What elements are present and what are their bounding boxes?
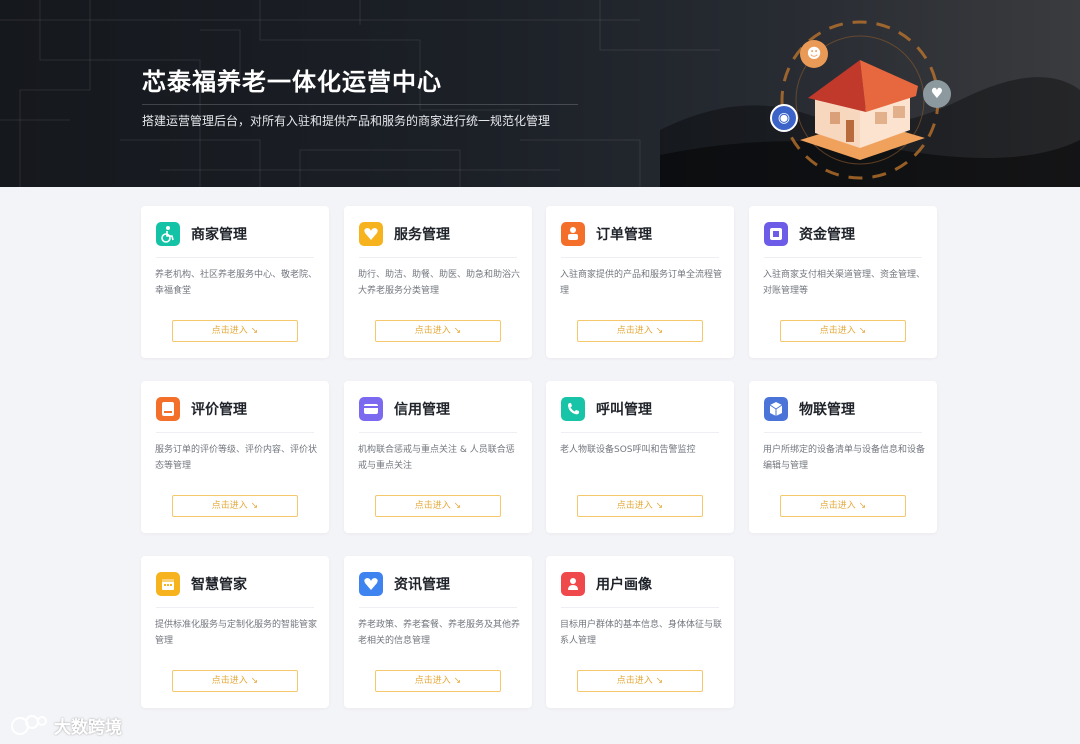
card-description: 养老机构、社区养老服务中心、敬老院、幸福食堂 [155, 270, 318, 296]
heart-care-icon: ♥ [923, 80, 951, 108]
card-title: 资金管理 [799, 227, 855, 243]
phone-icon [561, 397, 585, 421]
card-title: 智慧管家 [191, 577, 247, 593]
card-divider [561, 607, 719, 608]
card-title: 物联管理 [799, 402, 855, 418]
card-title: 信用管理 [394, 402, 450, 418]
order-person-icon [561, 222, 585, 246]
page-subtitle: 搭建运营管理后台，对所有入驻和提供产品和服务的商家进行统一规范化管理 [142, 114, 551, 128]
card-header: 物联管理 [764, 397, 855, 421]
enter-button[interactable]: 点击进入 ↘ [780, 320, 906, 342]
card-title: 用户画像 [596, 577, 652, 593]
module-card: 信用管理机构联合惩戒与重点关注 & 人员联合惩戒与重点关注点击进入 ↘ [344, 381, 532, 533]
module-card: 服务管理助行、助洁、助餐、助医、助急和助浴六大养老服务分类管理点击进入 ↘ [344, 206, 532, 358]
enter-button[interactable]: 点击进入 ↘ [375, 670, 501, 692]
card-description: 提供标准化服务与定制化服务的智能管家管理 [155, 620, 318, 646]
title-divider [142, 104, 578, 105]
enter-button[interactable]: 点击进入 ↘ [375, 320, 501, 342]
enter-button[interactable]: 点击进入 ↘ [577, 495, 703, 517]
top-banner: 芯泰福养老一体化运营中心 搭建运营管理后台，对所有入驻和提供产品和服务的商家进行… [0, 0, 1080, 187]
enter-button[interactable]: 点击进入 ↘ [577, 320, 703, 342]
card-divider [561, 257, 719, 258]
watermark-text: 大数跨境 [54, 717, 122, 738]
module-card: 智慧管家提供标准化服务与定制化服务的智能管家管理点击进入 ↘ [141, 556, 329, 708]
module-card: 商家管理养老机构、社区养老服务中心、敬老院、幸福食堂点击进入 ↘ [141, 206, 329, 358]
card-title: 评价管理 [191, 402, 247, 418]
calendar-icon [156, 572, 180, 596]
cube-icon [764, 397, 788, 421]
module-card: 呼叫管理老人物联设备SOS呼叫和告警监控点击进入 ↘ [546, 381, 734, 533]
card-title: 订单管理 [596, 227, 652, 243]
info-heart-icon [359, 572, 383, 596]
card-divider [156, 607, 314, 608]
review-icon [156, 397, 180, 421]
module-card: 资讯管理养老政策、养老套餐、养老服务及其他养老相关的信息管理点击进入 ↘ [344, 556, 532, 708]
module-card: 订单管理入驻商家提供的产品和服务订单全流程管理点击进入 ↘ [546, 206, 734, 358]
page-title: 芯泰福养老一体化运营中心 [142, 68, 442, 96]
card-header: 信用管理 [359, 397, 450, 421]
elder-person-icon: ☻ [800, 40, 828, 68]
card-header: 智慧管家 [156, 572, 247, 596]
card-divider [764, 257, 922, 258]
card-header: 服务管理 [359, 222, 450, 246]
card-divider [156, 257, 314, 258]
card-description: 入驻商家支付相关渠道管理、资金管理、对账管理等 [763, 270, 926, 296]
heart-diamond-icon [359, 222, 383, 246]
module-card: 用户画像目标用户群体的基本信息、身体体征与联系人管理点击进入 ↘ [546, 556, 734, 708]
enter-button[interactable]: 点击进入 ↘ [172, 670, 298, 692]
card-divider [359, 257, 517, 258]
card-title: 商家管理 [191, 227, 247, 243]
card-description: 用户所绑定的设备清单与设备信息和设备编辑与管理 [763, 445, 926, 471]
card-header: 用户画像 [561, 572, 652, 596]
card-header: 商家管理 [156, 222, 247, 246]
watermark: 大数跨境 [10, 712, 122, 738]
square-fund-icon [764, 222, 788, 246]
card-description: 老人物联设备SOS呼叫和告警监控 [560, 445, 696, 455]
card-divider [561, 432, 719, 433]
card-title: 服务管理 [394, 227, 450, 243]
location-service-icon: ◉ [770, 104, 798, 132]
card-header: 资金管理 [764, 222, 855, 246]
card-description: 机构联合惩戒与重点关注 & 人员联合惩戒与重点关注 [358, 445, 515, 471]
card-divider [764, 432, 922, 433]
enter-button[interactable]: 点击进入 ↘ [780, 495, 906, 517]
module-card: 评价管理服务订单的评价等级、评价内容、评价状态等管理点击进入 ↘ [141, 381, 329, 533]
card-divider [359, 432, 517, 433]
card-description: 服务订单的评价等级、评价内容、评价状态等管理 [155, 445, 318, 471]
nursing-home-illustration: ☻ ♥ ◉ [760, 20, 960, 180]
user-portrait-icon [561, 572, 585, 596]
card-description: 养老政策、养老套餐、养老服务及其他养老相关的信息管理 [358, 620, 521, 646]
card-divider [359, 607, 517, 608]
credit-card-icon [359, 397, 383, 421]
card-header: 呼叫管理 [561, 397, 652, 421]
enter-button[interactable]: 点击进入 ↘ [577, 670, 703, 692]
card-description: 目标用户群体的基本信息、身体体征与联系人管理 [560, 620, 723, 646]
card-divider [156, 432, 314, 433]
module-card: 物联管理用户所绑定的设备清单与设备信息和设备编辑与管理点击进入 ↘ [749, 381, 937, 533]
module-card: 资金管理入驻商家支付相关渠道管理、资金管理、对账管理等点击进入 ↘ [749, 206, 937, 358]
enter-button[interactable]: 点击进入 ↘ [172, 320, 298, 342]
card-header: 评价管理 [156, 397, 247, 421]
enter-button[interactable]: 点击进入 ↘ [375, 495, 501, 517]
wheelchair-icon [156, 222, 180, 246]
card-description: 入驻商家提供的产品和服务订单全流程管理 [560, 270, 723, 296]
watermark-logo-icon [11, 715, 47, 735]
card-header: 资讯管理 [359, 572, 450, 596]
card-header: 订单管理 [561, 222, 652, 246]
card-description: 助行、助洁、助餐、助医、助急和助浴六大养老服务分类管理 [358, 270, 521, 296]
card-title: 资讯管理 [394, 577, 450, 593]
enter-button[interactable]: 点击进入 ↘ [172, 495, 298, 517]
card-title: 呼叫管理 [596, 402, 652, 418]
